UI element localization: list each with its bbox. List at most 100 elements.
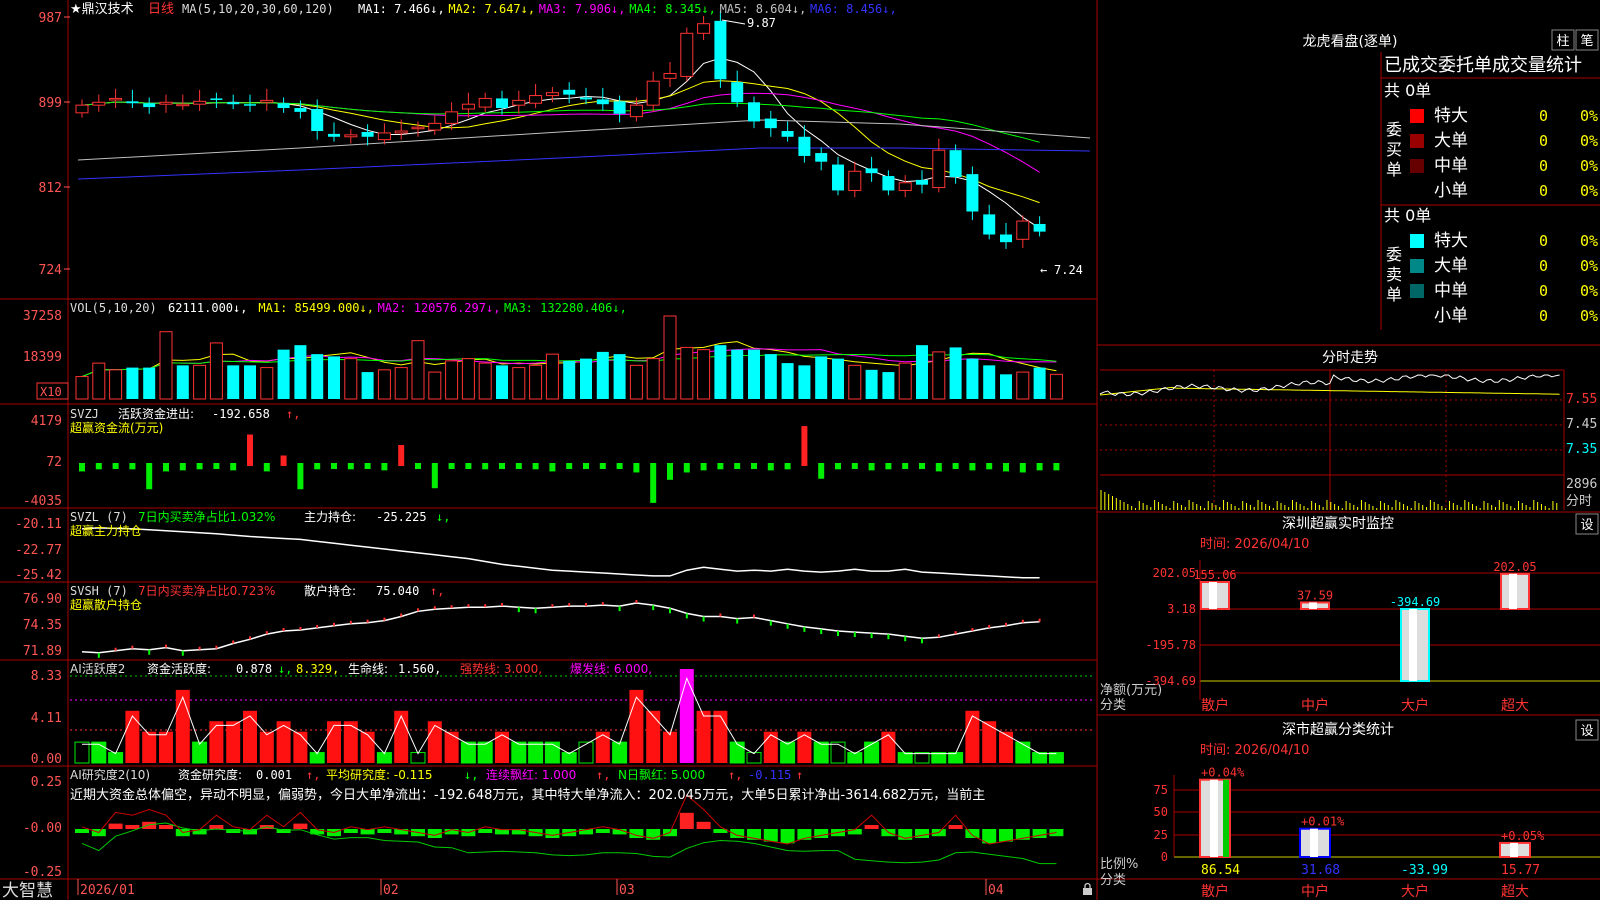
main-candlestick-panel[interactable] [75, 11, 1091, 249]
dragon-tiger-title: 龙虎看盘(逐单) [1303, 33, 1398, 50]
volume-bar [361, 372, 374, 399]
sz-xlabel: 分类 [1100, 698, 1126, 713]
sz-settings-button[interactable]: 设 [1575, 513, 1599, 535]
volume-bar [75, 376, 89, 400]
stock-chart-canvas[interactable]: ★鼎汉技术 日线 MA(5,10,20,30,60,120) MA1: 7.46… [0, 0, 1600, 900]
volume-bar [109, 369, 123, 400]
activity-bar [427, 721, 442, 763]
candle [781, 131, 794, 137]
brand-logo: 大智慧 [2, 881, 53, 900]
flow-bar [448, 463, 455, 469]
activity-bar [1048, 752, 1064, 764]
flow-bar [902, 463, 909, 469]
volume-bar [983, 365, 996, 399]
svsh-subtitle: 超赢散户持仓 [70, 597, 142, 612]
flow-bar [549, 463, 556, 472]
row-qty: 0 [1539, 232, 1548, 250]
stock-name[interactable]: ★鼎汉技术 [70, 2, 134, 17]
svzl-panel[interactable] [81, 527, 1040, 579]
flow-bar [129, 463, 136, 470]
volume-bar [92, 362, 106, 400]
y-tick: 724 [39, 263, 63, 278]
candle [832, 164, 844, 191]
ai-active-panel[interactable] [70, 669, 1092, 764]
y-tick: -25.42 [15, 568, 62, 583]
flow-bar [95, 463, 102, 470]
candle [143, 103, 156, 108]
ai-active-y-axis: 8.33 4.11 0.00 [31, 669, 62, 767]
svsh-highlight: 7日内买卖净占比0.723% [138, 583, 275, 598]
flow-bar [599, 463, 606, 469]
activity-bar [293, 731, 308, 763]
intraday-chart[interactable] [1099, 369, 1565, 510]
volume-bar [1049, 373, 1063, 400]
candle [227, 102, 240, 105]
activity-bar [444, 731, 459, 763]
research-bar [696, 821, 711, 829]
svzj-header: SVZJ 活跃资金进出: -192.658 ↑, 超赢资金流(万元) [70, 406, 300, 435]
activity-bar [999, 731, 1013, 763]
candle [512, 99, 526, 106]
y-tick: 18399 [23, 350, 62, 365]
research-bar [159, 825, 173, 829]
ss-bar-highlight [1510, 842, 1518, 857]
buy-total: 共 0单 [1384, 81, 1431, 100]
row-qty: 0 [1539, 182, 1548, 200]
activity-bar [729, 741, 745, 764]
candle [361, 131, 374, 137]
row-pct: 0% [1580, 307, 1598, 325]
ma-value: MA3: 132280.406↓, [504, 301, 627, 315]
ss-xlabel: 分类 [1100, 873, 1126, 888]
activity-bar [897, 752, 913, 764]
volume-panel[interactable] [75, 315, 1063, 400]
tick-view-button[interactable]: 笔 [1575, 29, 1599, 51]
candle [916, 179, 928, 185]
row-name: 特大 [1434, 106, 1468, 126]
ss-settings-button[interactable]: 设 [1575, 719, 1599, 741]
activity-bar [91, 741, 107, 764]
sz-bars: 155.06 散户 37.59 中户 -394.69 大户 202.05 超大 [1193, 560, 1536, 714]
candle [159, 101, 173, 105]
candle [764, 118, 777, 129]
volume-bar [613, 354, 626, 399]
lock-icon[interactable] [1083, 882, 1092, 896]
candle [680, 32, 694, 77]
candle [629, 104, 643, 118]
activity-bar [192, 741, 208, 764]
intraday-unit: 分时 [1566, 494, 1592, 509]
ss-title: 深市超赢分类统计 [1282, 721, 1394, 738]
flow-bar [1036, 463, 1043, 471]
svzj-panel[interactable] [79, 426, 1060, 503]
ai-research-panel[interactable] [75, 794, 1064, 865]
activity-bar [797, 731, 812, 763]
sz-title: 深圳超赢实时监控 [1282, 515, 1394, 532]
svsh-panel[interactable] [81, 600, 1041, 658]
volume-bar [932, 351, 946, 400]
bar-view-button[interactable]: 柱 [1551, 29, 1575, 51]
sz-category: 超大 [1501, 698, 1529, 714]
volume-bar [680, 346, 694, 400]
activity-bar [679, 669, 694, 763]
sz-y: 202.05 [1153, 566, 1196, 580]
research-bar [343, 829, 358, 833]
row-pct: 0% [1580, 282, 1598, 300]
y-tick: 4.11 [31, 711, 62, 726]
main-header: ★鼎汉技术 日线 MA(5,10,20,30,60,120) MA1: 7.46… [70, 2, 897, 17]
research-bar [478, 829, 493, 833]
row-name: 小单 [1434, 306, 1468, 326]
sz-value: 155.06 [1193, 568, 1236, 582]
period-label[interactable]: 日线 [148, 2, 174, 17]
activity-bar [209, 721, 224, 763]
n-arrow: ↑, [728, 768, 742, 782]
volume-bar [209, 342, 223, 400]
volume-bar [311, 354, 324, 399]
activity-bar [159, 731, 173, 763]
ss-value: 15.77 [1501, 863, 1540, 878]
svzj-title: SVZJ [70, 407, 99, 421]
research-bar [545, 829, 560, 838]
activity-bar [864, 741, 880, 764]
volume-bar [629, 364, 643, 400]
activity-bar [259, 731, 274, 763]
research-value: 0.001 [256, 768, 292, 782]
activity-bar [663, 731, 677, 763]
